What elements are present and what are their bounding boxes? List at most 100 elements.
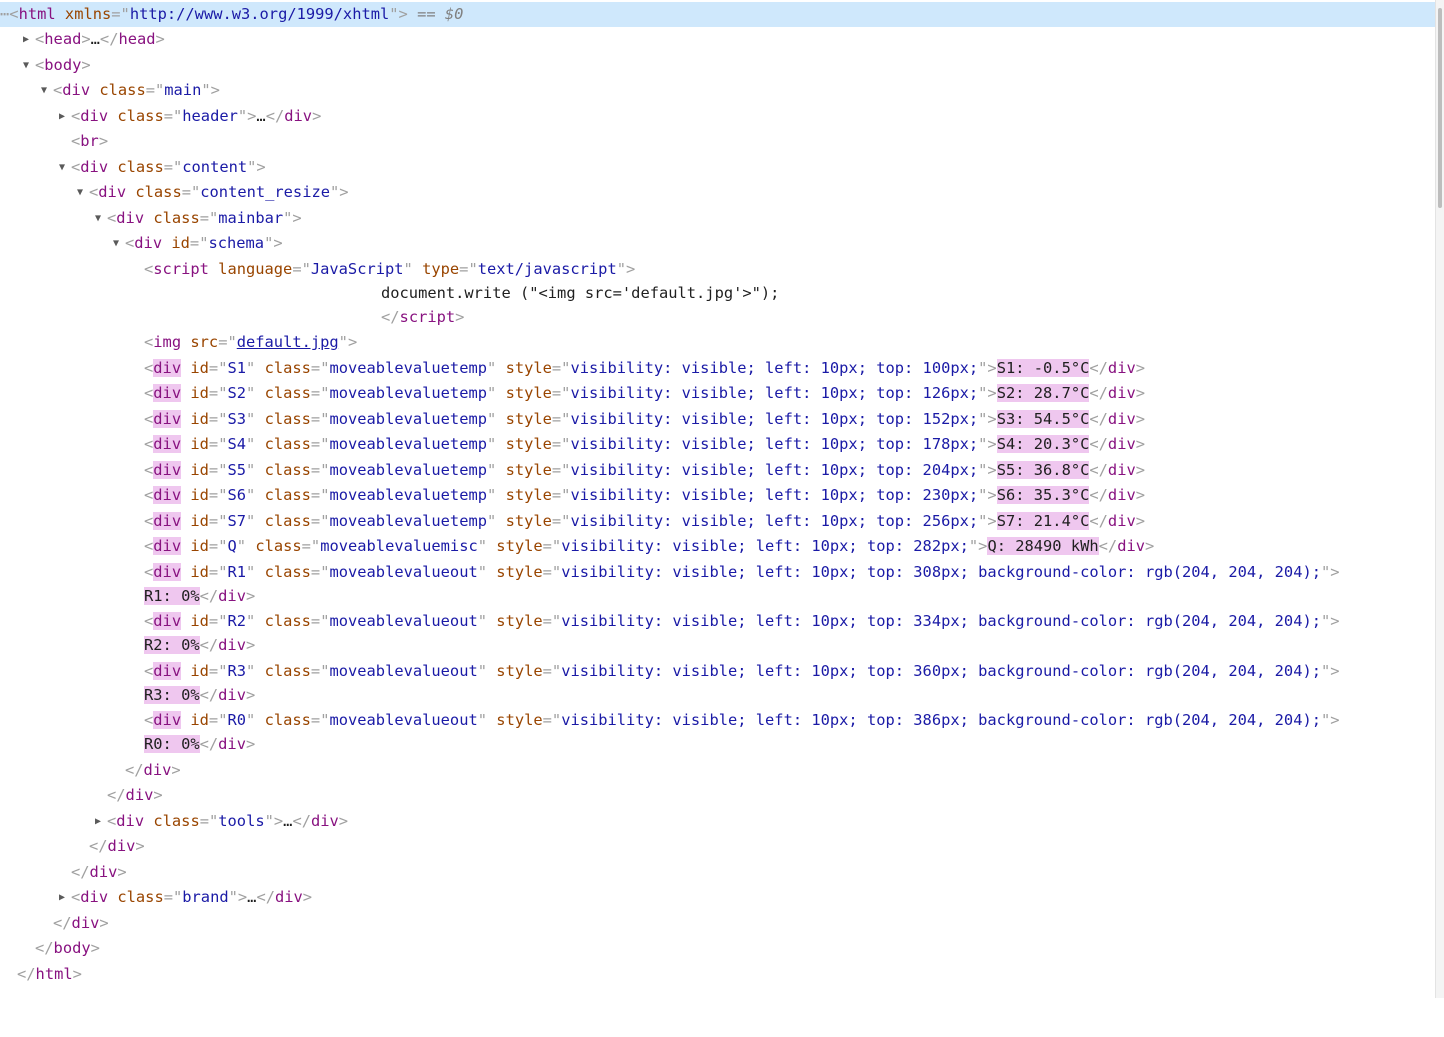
attr-value: moveablevaluetemp — [329, 435, 487, 453]
attr-value: moveablevaluetemp — [329, 461, 487, 479]
attr-value: moveablevaluetemp — [329, 486, 487, 504]
attr-name: class — [153, 209, 200, 227]
tag-name: div — [80, 107, 109, 125]
collapsed-ellipsis[interactable]: … — [91, 30, 100, 48]
triangle-down-icon[interactable]: ▼ — [55, 155, 69, 180]
node-div-sensor[interactable]: <div id="S7" class="moveablevaluetemp" s… — [0, 509, 1436, 534]
tag-name: div — [218, 735, 246, 753]
node-div-sensor[interactable]: <div id="S1" class="moveablevaluetemp" s… — [0, 356, 1436, 381]
node-html[interactable]: ⋯<html xmlns="http://www.w3.org/1999/xht… — [0, 2, 1436, 27]
tag-name: div — [153, 612, 182, 630]
tag-name: script — [153, 260, 209, 278]
node-div-relay-text[interactable]: R0: 0%</div> — [0, 732, 1436, 757]
attr-value: moveablevaluetemp — [329, 512, 487, 530]
triangle-right-icon[interactable]: ▶ — [55, 885, 69, 910]
node-div-relay-text[interactable]: R2: 0%</div> — [0, 633, 1436, 658]
attr-value: R0 — [227, 711, 247, 729]
node-script-close[interactable]: </script> — [0, 305, 1436, 330]
attr-value: text/javascript — [477, 260, 617, 278]
node-div-content[interactable]: ▼ <div class="content"> — [0, 155, 1436, 180]
tag-name: head — [44, 30, 82, 48]
tag-name: div — [1107, 461, 1136, 479]
node-close-main[interactable]: </div> — [0, 911, 1436, 936]
node-div-brand[interactable]: ▶ <div class="brand">…</div> — [0, 885, 1436, 910]
attr-name: class — [117, 107, 164, 125]
triangle-down-icon[interactable]: ▼ — [73, 180, 87, 205]
node-div-relay[interactable]: <div id="R0" class="moveablevalueout" st… — [0, 708, 1436, 733]
attr-value: visibility: visible; left: 10px; top: 10… — [570, 359, 979, 377]
triangle-down-icon[interactable]: ▼ — [37, 78, 51, 103]
node-script-text[interactable]: document.write ("<img src='default.jpg'>… — [0, 281, 1436, 306]
node-div-tools[interactable]: ▶ <div class="tools">…</div> — [0, 809, 1436, 834]
relay-value-text: R1: 0% — [144, 587, 200, 605]
tag-name: div — [274, 888, 303, 906]
attr-value: R3 — [227, 662, 247, 680]
tag-name: div — [116, 812, 145, 830]
triangle-down-icon[interactable]: ▼ — [91, 206, 105, 231]
node-div-sensor[interactable]: <div id="S2" class="moveablevaluetemp" s… — [0, 381, 1436, 406]
attr-value: R2 — [227, 612, 247, 630]
attr-value: S1 — [227, 359, 247, 377]
attr-value: JavaScript — [310, 260, 404, 278]
node-div-relay[interactable]: <div id="R2" class="moveablevalueout" st… — [0, 609, 1436, 634]
tag-name: div — [1117, 537, 1145, 555]
sensor-value-text: S3: 54.5°C — [996, 410, 1090, 428]
node-close-content[interactable]: </div> — [0, 860, 1436, 885]
node-div-schema[interactable]: ▼ <div id="schema"> — [0, 231, 1436, 256]
node-close-mainbar[interactable]: </div> — [0, 783, 1436, 808]
node-div-sensor[interactable]: <div id="S3" class="moveablevaluetemp" s… — [0, 407, 1436, 432]
vertical-scrollbar[interactable] — [1435, 0, 1444, 998]
tag-name: div — [218, 686, 246, 704]
tag-name: div — [153, 563, 182, 581]
node-div-mainbar[interactable]: ▼ <div class="mainbar"> — [0, 206, 1436, 231]
triangle-down-icon[interactable]: ▼ — [19, 53, 33, 78]
tag-name: div — [310, 812, 339, 830]
node-close-html[interactable]: </html> — [0, 962, 1436, 987]
node-div-sensor[interactable]: <div id="S5" class="moveablevaluetemp" s… — [0, 458, 1436, 483]
node-img[interactable]: <img src="default.jpg"> — [0, 330, 1436, 355]
node-div-relay-text[interactable]: R3: 0%</div> — [0, 683, 1436, 708]
node-close-body[interactable]: </body> — [0, 936, 1436, 961]
node-body[interactable]: ▼ <body> — [0, 53, 1436, 78]
node-div-sensor[interactable]: <div id="S4" class="moveablevaluetemp" s… — [0, 432, 1436, 457]
tag-name: div — [89, 863, 118, 881]
attr-value: Q — [227, 537, 237, 555]
node-div-header[interactable]: ▶ <div class="header">…</div> — [0, 104, 1436, 129]
tag-name: div — [1107, 512, 1136, 530]
tag-name: head — [118, 30, 156, 48]
attr-name: xmlns — [64, 5, 112, 23]
scrollbar-thumb[interactable] — [1438, 8, 1442, 208]
sensor-value-text: S4: 20.3°C — [996, 435, 1090, 453]
more-actions-icon[interactable]: ⋯ — [0, 5, 9, 23]
collapsed-ellipsis[interactable]: … — [256, 107, 265, 125]
node-div-relay[interactable]: <div id="R3" class="moveablevalueout" st… — [0, 659, 1436, 684]
node-div-relay-text[interactable]: R1: 0%</div> — [0, 584, 1436, 609]
node-div-relay[interactable]: <div id="R1" class="moveablevalueout" st… — [0, 560, 1436, 585]
triangle-right-icon[interactable]: ▶ — [19, 27, 33, 52]
tag-name: div — [153, 359, 182, 377]
triangle-down-icon[interactable]: ▼ — [109, 231, 123, 256]
triangle-right-icon[interactable]: ▶ — [91, 809, 105, 834]
node-head[interactable]: ▶ <head>…</head> — [0, 27, 1436, 52]
attr-name: type — [422, 260, 460, 278]
node-close-content-resize[interactable]: </div> — [0, 834, 1436, 859]
node-br[interactable]: <br> — [0, 129, 1436, 154]
attr-value: S7 — [227, 512, 247, 530]
attr-value: content — [182, 158, 248, 176]
attr-value: visibility: visible; left: 10px; top: 33… — [561, 612, 1321, 630]
tag-name: html — [18, 5, 56, 23]
img-src-link[interactable]: default.jpg — [237, 333, 339, 351]
attr-name: class — [117, 888, 164, 906]
node-script[interactable]: <script language="JavaScript" type="text… — [0, 257, 1436, 282]
triangle-right-icon[interactable]: ▶ — [55, 104, 69, 129]
node-div-q[interactable]: <div id="Q" class="moveablevaluemisc" st… — [0, 534, 1436, 559]
node-div-main[interactable]: ▼ <div class="main"> — [0, 78, 1436, 103]
node-close-schema[interactable]: </div> — [0, 758, 1436, 783]
tag-name: div — [153, 711, 182, 729]
console-ref: == $0 — [407, 5, 464, 23]
node-div-sensor[interactable]: <div id="S6" class="moveablevaluetemp" s… — [0, 483, 1436, 508]
tag-name: div — [284, 107, 313, 125]
tag-name: div — [153, 384, 182, 402]
node-div-content-resize[interactable]: ▼ <div class="content_resize"> — [0, 180, 1436, 205]
tag-name: div — [1107, 486, 1136, 504]
